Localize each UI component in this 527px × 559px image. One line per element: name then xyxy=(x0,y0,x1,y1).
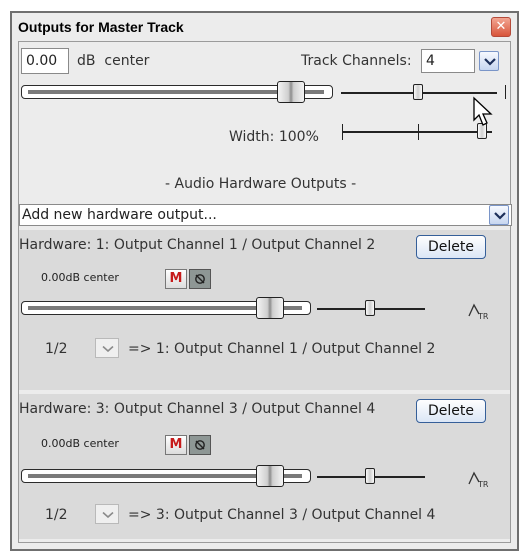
master-volume-input[interactable]: 0.00 xyxy=(21,48,69,74)
hardware-output-2-pan-knob[interactable] xyxy=(365,468,375,484)
outputs-panel: 0.00 dB center Track Channels: 4 Width: … xyxy=(18,41,512,543)
master-volume-unit-pan: dB center xyxy=(77,53,150,69)
chevron-down-icon xyxy=(484,58,496,66)
track-channels-dropdown[interactable] xyxy=(479,51,499,71)
track-channels-select[interactable]: 4 xyxy=(421,49,475,73)
hardware-output-1-channel-select[interactable]: 1/2 xyxy=(45,341,68,357)
hardware-output-2-channel-select[interactable]: 1/2 xyxy=(45,507,68,523)
envelope-tr-icon[interactable]: TR xyxy=(467,470,491,490)
audio-hardware-section-label: - Audio Hardware Outputs - xyxy=(165,176,357,192)
master-pan-end xyxy=(505,85,506,99)
hardware-output-1-title: Hardware: 1: Output Channel 1 / Output C… xyxy=(19,237,376,253)
track-channels-label: Track Channels: xyxy=(301,53,412,69)
hardware-output-1: Hardware: 1: Output Channel 1 / Output C… xyxy=(19,230,510,390)
hardware-output-1-volume-knob[interactable] xyxy=(256,297,284,319)
chevron-down-icon xyxy=(102,512,114,518)
width-label: Width: 100% xyxy=(229,129,319,145)
add-hardware-output-dropdown[interactable] xyxy=(489,205,509,225)
delete-button[interactable]: Delete xyxy=(416,399,486,423)
close-icon[interactable]: ✕ xyxy=(491,17,511,37)
hardware-output-2-vol-pan: 0.00dB center xyxy=(41,437,119,450)
phase-invert-button[interactable] xyxy=(189,435,211,455)
chevron-down-icon xyxy=(494,212,506,220)
outputs-window: Outputs for Master Track ✕ 0.00 dB cente… xyxy=(10,11,519,551)
envelope-tr-icon[interactable]: TR xyxy=(467,302,491,322)
hardware-output-2: Hardware: 3: Output Channel 3 / Output C… xyxy=(19,394,510,539)
delete-button[interactable]: Delete xyxy=(416,235,486,259)
hardware-output-2-channel-dropdown[interactable] xyxy=(95,504,119,524)
hardware-output-1-volume-slider[interactable] xyxy=(21,297,311,319)
width-slider[interactable] xyxy=(342,131,492,133)
track-channels-value: 4 xyxy=(426,53,435,69)
hardware-output-1-pan-knob[interactable] xyxy=(365,300,375,316)
chevron-down-icon xyxy=(102,346,114,352)
svg-text:TR: TR xyxy=(477,312,489,320)
hardware-output-1-route: => 1: Output Channel 1 / Output Channel … xyxy=(128,341,436,357)
hardware-output-2-volume-knob[interactable] xyxy=(256,465,284,487)
master-volume-knob[interactable] xyxy=(277,81,305,103)
svg-text:TR: TR xyxy=(477,480,489,488)
master-volume-slider[interactable] xyxy=(21,81,333,103)
width-slider-center xyxy=(418,124,419,140)
phase-invert-icon xyxy=(195,274,205,284)
hardware-output-2-route: => 3: Output Channel 3 / Output Channel … xyxy=(128,507,436,523)
mute-button[interactable]: M xyxy=(165,435,187,455)
mouse-pointer-icon xyxy=(473,96,493,126)
hardware-output-2-volume-slider[interactable] xyxy=(21,465,311,487)
add-hardware-output-text: Add new hardware output... xyxy=(22,207,217,223)
add-hardware-output-select[interactable]: Add new hardware output... xyxy=(19,204,512,226)
hardware-output-1-channel-dropdown[interactable] xyxy=(95,338,119,358)
phase-invert-button[interactable] xyxy=(189,269,211,289)
hardware-output-1-vol-pan: 0.00dB center xyxy=(41,271,119,284)
master-pan-knob[interactable] xyxy=(413,84,423,100)
phase-invert-icon xyxy=(195,440,205,450)
window-title: Outputs for Master Track xyxy=(18,19,184,35)
hardware-output-2-title: Hardware: 3: Output Channel 3 / Output C… xyxy=(19,401,376,417)
title-bar: Outputs for Master Track ✕ xyxy=(12,13,517,41)
mute-button[interactable]: M xyxy=(165,269,187,289)
